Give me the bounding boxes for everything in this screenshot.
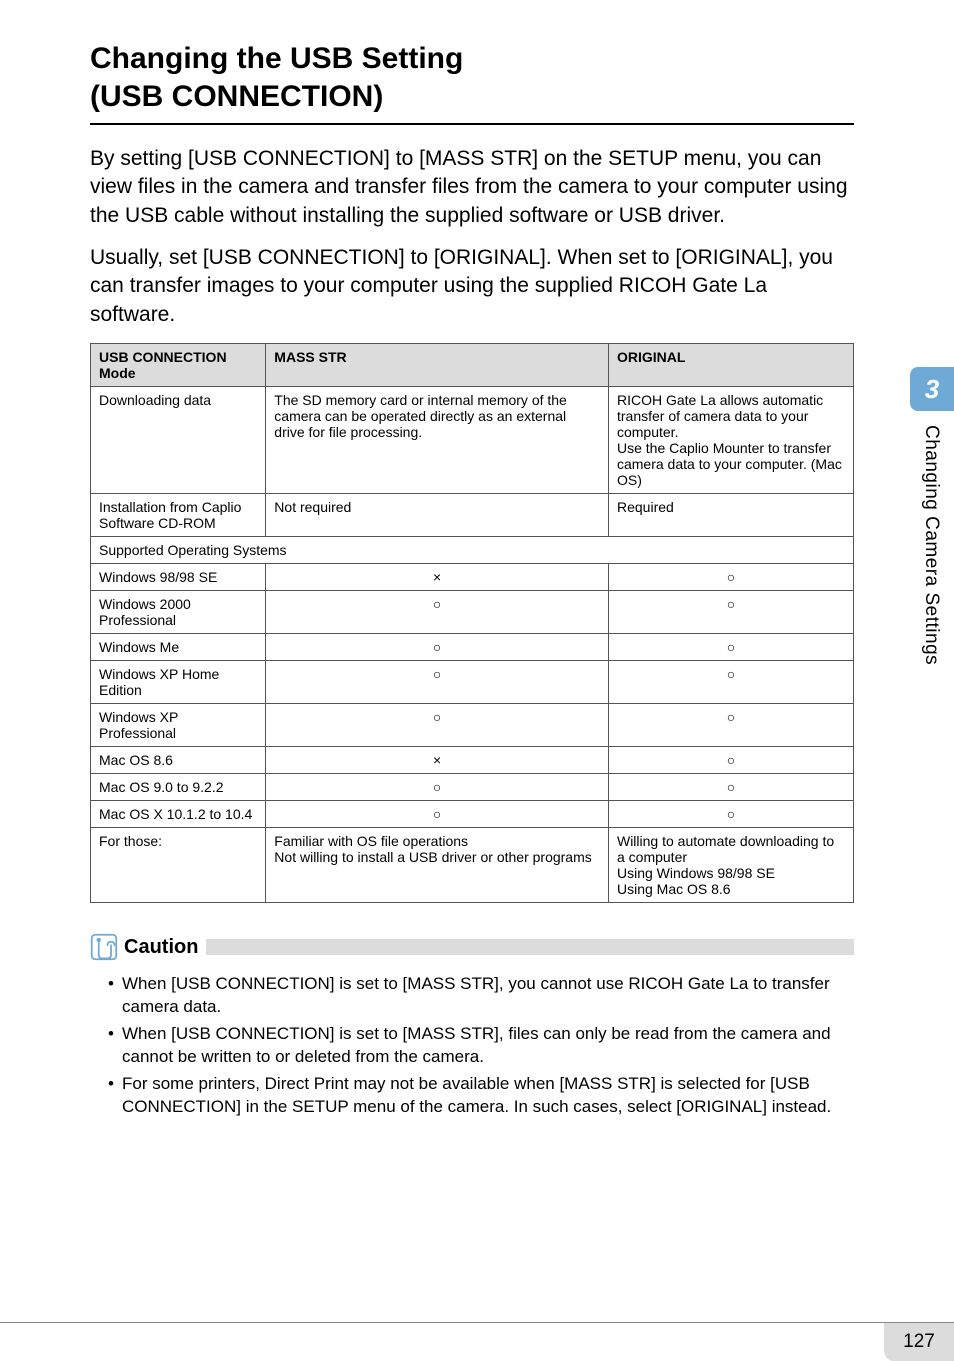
os-orig: ○ (608, 747, 853, 774)
intro-paragraph-1: By setting [USB CONNECTION] to [MASS STR… (90, 145, 854, 230)
cell-mass: Not required (266, 494, 609, 537)
table-row: Windows XP Professional ○ ○ (91, 704, 854, 747)
os-orig: ○ (608, 661, 853, 704)
os-mass: × (266, 747, 609, 774)
os-name: Mac OS X 10.1.2 to 10.4 (91, 801, 266, 828)
os-mass: ○ (266, 774, 609, 801)
os-mass: ○ (266, 661, 609, 704)
table-header-row: USB CONNECTION Mode MASS STR ORIGINAL (91, 344, 854, 387)
os-mass: ○ (266, 704, 609, 747)
table-row-subheader: Supported Operating Systems (91, 537, 854, 564)
os-orig: ○ (608, 801, 853, 828)
os-orig: ○ (608, 634, 853, 661)
os-mass: ○ (266, 591, 609, 634)
title-underline (90, 123, 854, 125)
table-row: Mac OS 8.6 × ○ (91, 747, 854, 774)
os-orig: ○ (608, 591, 853, 634)
table-row: Downloading data The SD memory card or i… (91, 387, 854, 494)
header-original: ORIGINAL (608, 344, 853, 387)
supported-os-header: Supported Operating Systems (91, 537, 854, 564)
list-item: When [USB CONNECTION] is set to [MASS ST… (108, 1023, 854, 1069)
title-line-1: Changing the USB Setting (90, 42, 463, 75)
cell-label: Downloading data (91, 387, 266, 494)
os-name: Windows XP Professional (91, 704, 266, 747)
header-mass-str: MASS STR (266, 344, 609, 387)
os-orig: ○ (608, 774, 853, 801)
cell-orig: Willing to automate downloading to a com… (608, 828, 853, 903)
title-line-2: (USB CONNECTION) (90, 80, 383, 113)
os-orig: ○ (608, 564, 853, 591)
os-name: Windows XP Home Edition (91, 661, 266, 704)
caution-list: When [USB CONNECTION] is set to [MASS ST… (90, 973, 854, 1119)
table-row: Windows 98/98 SE × ○ (91, 564, 854, 591)
cell-label: For those: (91, 828, 266, 903)
chapter-number: 3 (910, 367, 954, 411)
table-row: Windows XP Home Edition ○ ○ (91, 661, 854, 704)
caution-label: Caution (124, 936, 206, 959)
os-name: Windows Me (91, 634, 266, 661)
os-mass: ○ (266, 634, 609, 661)
cell-label: Installation from Caplio Software CD-ROM (91, 494, 266, 537)
os-name: Windows 2000 Professional (91, 591, 266, 634)
chapter-title: Changing Camera Settings (910, 411, 942, 665)
table-row: Installation from Caplio Software CD-ROM… (91, 494, 854, 537)
os-mass: × (266, 564, 609, 591)
header-mode: USB CONNECTION Mode (91, 344, 266, 387)
cell-mass: The SD memory card or internal memory of… (266, 387, 609, 494)
usb-connection-table: USB CONNECTION Mode MASS STR ORIGINAL Do… (90, 343, 854, 903)
os-name: Mac OS 9.0 to 9.2.2 (91, 774, 266, 801)
os-name: Windows 98/98 SE (91, 564, 266, 591)
list-item: For some printers, Direct Print may not … (108, 1073, 854, 1119)
cell-mass: Familiar with OS file operations Not wil… (266, 828, 609, 903)
intro-paragraph-2: Usually, set [USB CONNECTION] to [ORIGIN… (90, 244, 854, 329)
table-row: Windows 2000 Professional ○ ○ (91, 591, 854, 634)
os-name: Mac OS 8.6 (91, 747, 266, 774)
list-item: When [USB CONNECTION] is set to [MASS ST… (108, 973, 854, 1019)
page-footer: 127 (0, 1322, 954, 1323)
cell-orig: Required (608, 494, 853, 537)
os-mass: ○ (266, 801, 609, 828)
table-row: For those: Familiar with OS file operati… (91, 828, 854, 903)
table-row: Mac OS 9.0 to 9.2.2 ○ ○ (91, 774, 854, 801)
cell-orig: RICOH Gate La allows automatic transfer … (608, 387, 853, 494)
caution-heading: Caution (90, 933, 854, 961)
table-row: Mac OS X 10.1.2 to 10.4 ○ ○ (91, 801, 854, 828)
os-orig: ○ (608, 704, 853, 747)
caution-divider (206, 939, 854, 955)
caution-icon (90, 933, 118, 961)
page-title: Changing the USB Setting (USB CONNECTION… (90, 40, 854, 115)
chapter-tab: 3 Changing Camera Settings (910, 367, 954, 665)
table-row: Windows Me ○ ○ (91, 634, 854, 661)
page-number: 127 (884, 1323, 954, 1361)
